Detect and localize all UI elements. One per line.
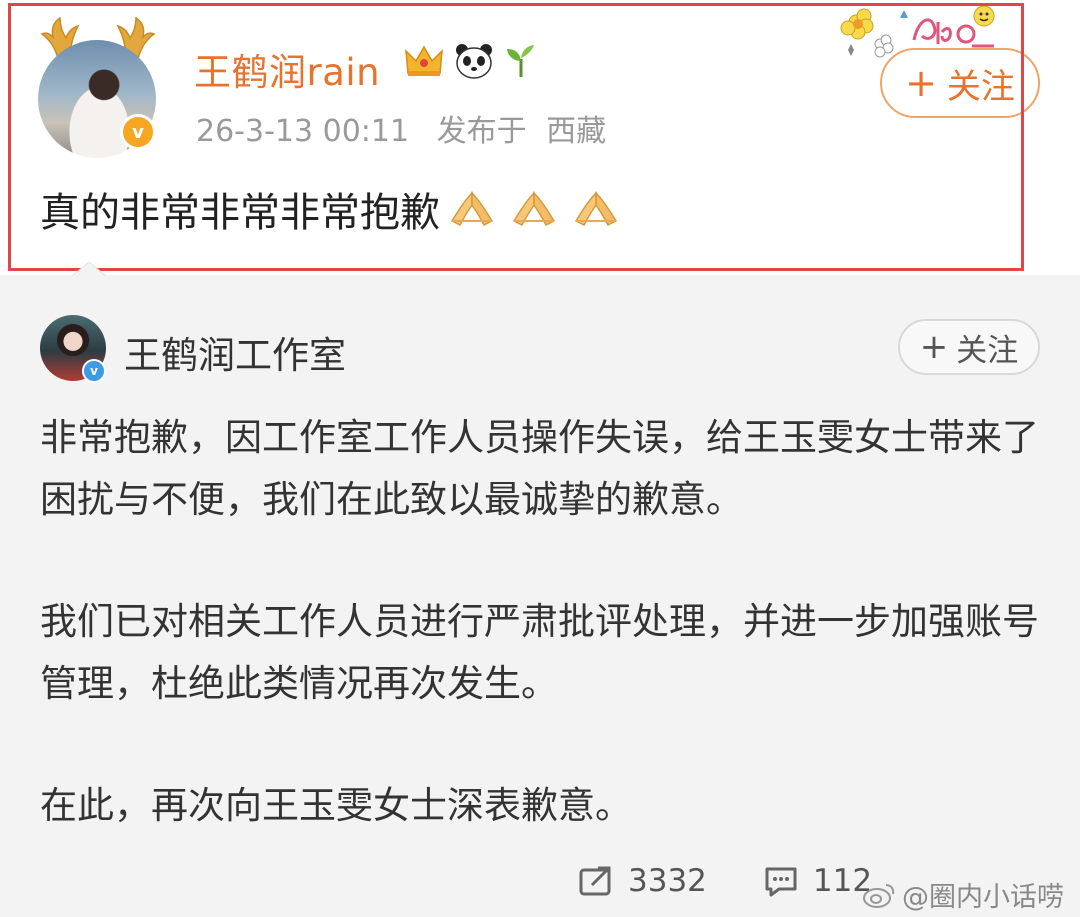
statement-paragraph: 我们已对相关工作人员进行严肃批评处理，并进一步加强账号管理，杜绝此类情况再次发生…: [40, 600, 1039, 705]
repost-count-button[interactable]: 3332: [578, 863, 707, 899]
statement-paragraph: 在此，再次向王玉雯女士深表歉意。: [40, 784, 632, 827]
repost-count: 3332: [628, 863, 707, 899]
published-from-label: 发布于: [436, 114, 527, 149]
emoji-group: [448, 189, 620, 229]
pray-hands-icon: [574, 191, 618, 227]
follow-button-label: 关注: [946, 66, 1015, 107]
verified-badge-icon: v: [82, 359, 106, 383]
weibo-logo-icon: [863, 883, 895, 908]
post-text: 真的非常非常非常抱歉: [40, 190, 440, 236]
follow-button-label: 关注: [956, 332, 1019, 369]
repost-icon: [579, 866, 611, 896]
panda-icon: [456, 44, 492, 79]
post-timestamp: 26-3-13 00:11: [196, 114, 410, 149]
repost-card: v 王鹤润工作室 + 关注 非常抱歉，因工作室工作人员操作失误，给王玉雯女士带来…: [0, 275, 1080, 917]
comment-count-button[interactable]: 112: [763, 863, 872, 899]
verified-badge-icon: v: [120, 114, 156, 150]
pray-hands-icon: [450, 191, 494, 227]
plus-icon: +: [905, 61, 937, 105]
original-post: v 王鹤润rain 26-3-13 00:11 发布于 西藏 真的非常非常非常抱…: [0, 0, 1080, 275]
post-meta: 26-3-13 00:11 发布于 西藏: [196, 106, 624, 150]
watermark-text: @圈内小话唠: [902, 882, 1064, 913]
watermark: @圈内小话唠: [862, 875, 1064, 914]
post-content: 真的非常非常非常抱歉: [40, 180, 620, 238]
statement-paragraph: 非常抱歉，因工作室工作人员操作失误，给王玉雯女士带来了困扰与不便，我们在此致以最…: [40, 416, 1039, 521]
repost-pointer: [72, 262, 106, 277]
post-location: 西藏: [546, 114, 607, 149]
sprout-icon: [507, 45, 534, 77]
crown-icon: [405, 45, 443, 76]
studio-follow-button[interactable]: + 关注: [898, 319, 1040, 375]
follow-button[interactable]: + 关注: [880, 48, 1040, 118]
user-badges: [404, 42, 538, 80]
pray-hands-icon: [512, 191, 556, 227]
plus-icon: +: [919, 327, 949, 367]
comment-icon: [765, 867, 797, 897]
studio-name[interactable]: 王鹤润工作室: [124, 325, 346, 379]
username[interactable]: 王鹤润rain: [194, 42, 380, 96]
